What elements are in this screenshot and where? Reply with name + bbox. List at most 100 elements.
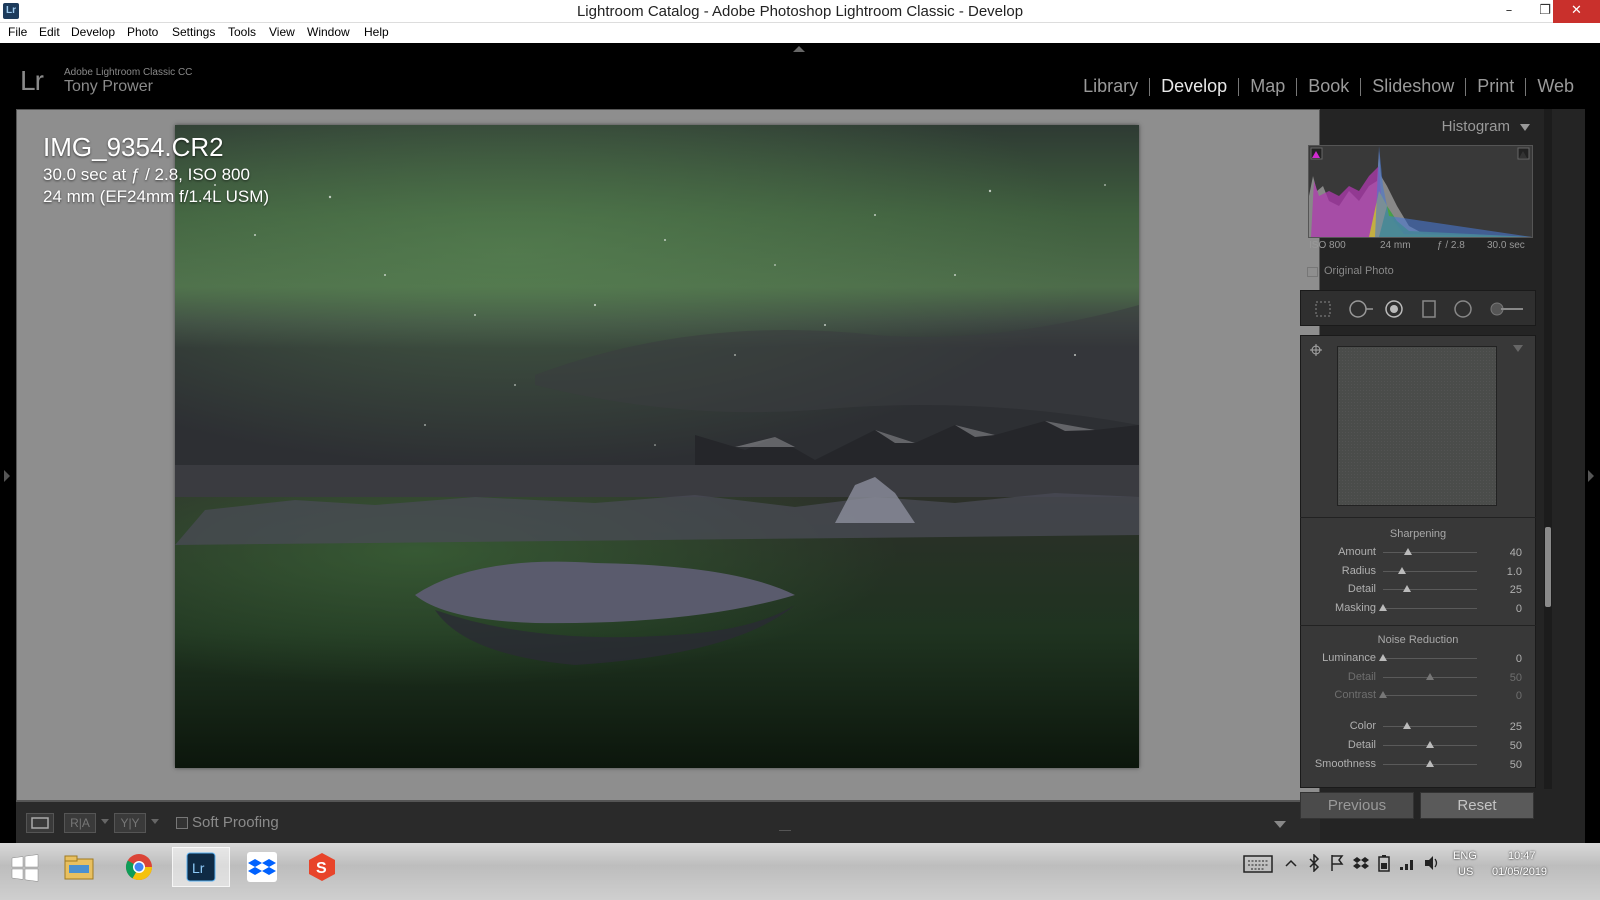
- module-print[interactable]: Print: [1466, 76, 1525, 97]
- red-eye-icon[interactable]: [1384, 299, 1404, 319]
- original-photo-checkbox[interactable]: [1307, 267, 1318, 277]
- right-panel-scrollbar[interactable]: [1544, 109, 1552, 789]
- chrome-button[interactable]: [110, 847, 168, 887]
- show-hidden-icons-icon[interactable]: [1285, 858, 1297, 868]
- before-after-swap-button[interactable]: Y|Y: [114, 813, 146, 833]
- slider-value[interactable]: 0: [1516, 690, 1522, 702]
- slider-thumb[interactable]: [1426, 741, 1434, 748]
- previous-button[interactable]: Previous: [1300, 792, 1414, 819]
- slider-value[interactable]: 40: [1510, 547, 1522, 559]
- sharpening-masking-slider[interactable]: Masking 0: [1300, 600, 1536, 618]
- detail-preview[interactable]: [1337, 346, 1497, 506]
- photo-workspace[interactable]: IMG_9354.CR2 30.0 sec at ƒ / 2.8, ISO 80…: [16, 109, 1320, 801]
- detail-preview-collapse-icon[interactable]: [1513, 345, 1523, 352]
- detail-zoom-target-icon[interactable]: [1310, 344, 1322, 356]
- module-library[interactable]: Library: [1072, 76, 1149, 97]
- sharpening-amount-slider[interactable]: Amount 40: [1300, 544, 1536, 562]
- close-button[interactable]: ✕: [1553, 0, 1600, 23]
- radial-filter-icon[interactable]: [1453, 299, 1473, 319]
- module-develop[interactable]: Develop: [1150, 76, 1238, 97]
- noise-detail-slider[interactable]: Detail 50: [1300, 669, 1536, 687]
- action-center-flag-icon[interactable]: [1330, 854, 1344, 872]
- input-region[interactable]: US: [1458, 866, 1473, 878]
- slider-value[interactable]: 50: [1510, 672, 1522, 684]
- loupe-view-button[interactable]: [26, 813, 54, 833]
- slider-track[interactable]: [1383, 658, 1477, 659]
- reset-button[interactable]: Reset: [1420, 792, 1534, 819]
- graduated-filter-icon[interactable]: [1419, 299, 1439, 319]
- menu-photo[interactable]: Photo: [127, 25, 158, 39]
- slider-track[interactable]: [1383, 552, 1477, 553]
- menu-view[interactable]: View: [269, 25, 295, 39]
- adjustment-brush-icon[interactable]: [1489, 299, 1525, 319]
- slider-value[interactable]: 25: [1510, 584, 1522, 596]
- slider-thumb[interactable]: [1402, 585, 1411, 592]
- photo-canvas[interactable]: [175, 125, 1139, 768]
- slider-track[interactable]: [1383, 726, 1477, 727]
- swap-dropdown-icon[interactable]: [151, 819, 159, 824]
- input-language[interactable]: ENG: [1453, 850, 1477, 862]
- histogram-header[interactable]: Histogram: [1300, 114, 1540, 136]
- volume-icon[interactable]: [1423, 854, 1441, 872]
- menu-settings[interactable]: Settings: [172, 25, 215, 39]
- clock-date[interactable]: 01/05/2019: [1492, 866, 1547, 878]
- soft-proofing-checkbox[interactable]: [176, 817, 188, 829]
- noise-contrast-slider[interactable]: Contrast 0: [1300, 687, 1536, 705]
- module-book[interactable]: Book: [1297, 76, 1360, 97]
- crop-overlay-icon[interactable]: [1313, 299, 1333, 319]
- slider-value[interactable]: 0: [1516, 603, 1522, 615]
- start-button[interactable]: [0, 847, 50, 887]
- top-panel-collapse-icon[interactable]: [793, 46, 805, 52]
- module-map[interactable]: Map: [1239, 76, 1296, 97]
- spot-removal-icon[interactable]: [1346, 299, 1376, 319]
- wifi-icon[interactable]: [1399, 855, 1417, 871]
- noise-detail-slider[interactable]: Detail 50: [1300, 737, 1536, 755]
- toolbar-content-dropdown-icon[interactable]: [1274, 821, 1286, 828]
- slider-thumb[interactable]: [1426, 760, 1434, 767]
- slider-track[interactable]: [1383, 589, 1477, 590]
- right-panel-collapse-icon[interactable]: [1588, 470, 1594, 482]
- menu-file[interactable]: File: [8, 25, 27, 39]
- bluetooth-icon[interactable]: [1308, 854, 1320, 872]
- slider-thumb[interactable]: [1397, 567, 1406, 574]
- slider-thumb[interactable]: [1404, 548, 1413, 555]
- right-panel-scroll-thumb[interactable]: [1545, 527, 1551, 607]
- menu-edit[interactable]: Edit: [39, 25, 60, 39]
- noise-smoothness-slider[interactable]: Smoothness 50: [1300, 756, 1536, 774]
- module-web[interactable]: Web: [1526, 76, 1585, 97]
- before-after-left-right-button[interactable]: R|A: [64, 813, 96, 833]
- sharpening-radius-slider[interactable]: Radius 1.0: [1300, 563, 1536, 581]
- sharpening-detail-slider[interactable]: Detail 25: [1300, 581, 1536, 599]
- menu-develop[interactable]: Develop: [71, 25, 115, 39]
- menu-tools[interactable]: Tools: [228, 25, 256, 39]
- slider-thumb[interactable]: [1379, 654, 1387, 661]
- histogram-graph[interactable]: [1308, 145, 1533, 238]
- filmstrip-collapse-icon[interactable]: [779, 830, 791, 838]
- slider-track[interactable]: [1383, 608, 1477, 609]
- slider-thumb[interactable]: [1379, 604, 1387, 611]
- histogram-collapse-icon[interactable]: [1520, 124, 1530, 131]
- slider-thumb[interactable]: [1402, 722, 1411, 729]
- lightroom-taskbar-button[interactable]: Lr: [172, 847, 230, 887]
- battery-icon[interactable]: [1377, 854, 1391, 872]
- noise-color-slider[interactable]: Color 25: [1300, 718, 1536, 736]
- slider-track[interactable]: [1383, 695, 1477, 696]
- file-explorer-button[interactable]: [50, 847, 108, 887]
- slider-value[interactable]: 0: [1516, 653, 1522, 665]
- dropbox-button[interactable]: [233, 847, 291, 887]
- snagit-button[interactable]: S: [293, 847, 351, 887]
- menu-window[interactable]: Window: [307, 25, 350, 39]
- dropbox-tray-icon[interactable]: [1353, 855, 1369, 871]
- slider-value[interactable]: 25: [1510, 721, 1522, 733]
- slider-thumb[interactable]: [1426, 673, 1434, 680]
- clock-time[interactable]: 10:47: [1508, 850, 1536, 862]
- noise-luminance-slider[interactable]: Luminance 0: [1300, 650, 1536, 668]
- keyboard-icon[interactable]: [1243, 855, 1273, 873]
- slider-value[interactable]: 50: [1510, 759, 1522, 771]
- slider-value[interactable]: 50: [1510, 740, 1522, 752]
- module-slideshow[interactable]: Slideshow: [1361, 76, 1465, 97]
- left-panel-expand-icon[interactable]: [4, 470, 10, 482]
- menu-help[interactable]: Help: [364, 25, 389, 39]
- before-after-dropdown-icon[interactable]: [101, 819, 109, 824]
- slider-value[interactable]: 1.0: [1507, 566, 1522, 578]
